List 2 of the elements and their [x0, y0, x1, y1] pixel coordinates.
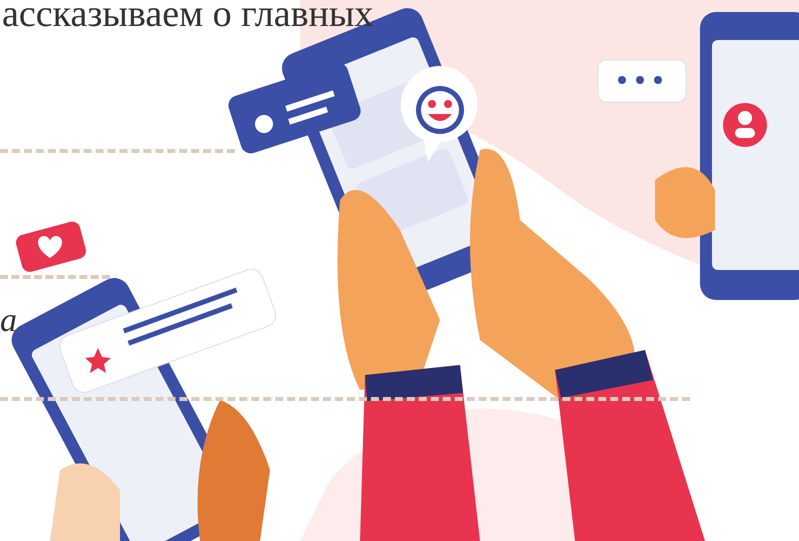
text-fragment: а	[0, 303, 17, 339]
headline: ассказываем о главных	[1, 0, 374, 34]
